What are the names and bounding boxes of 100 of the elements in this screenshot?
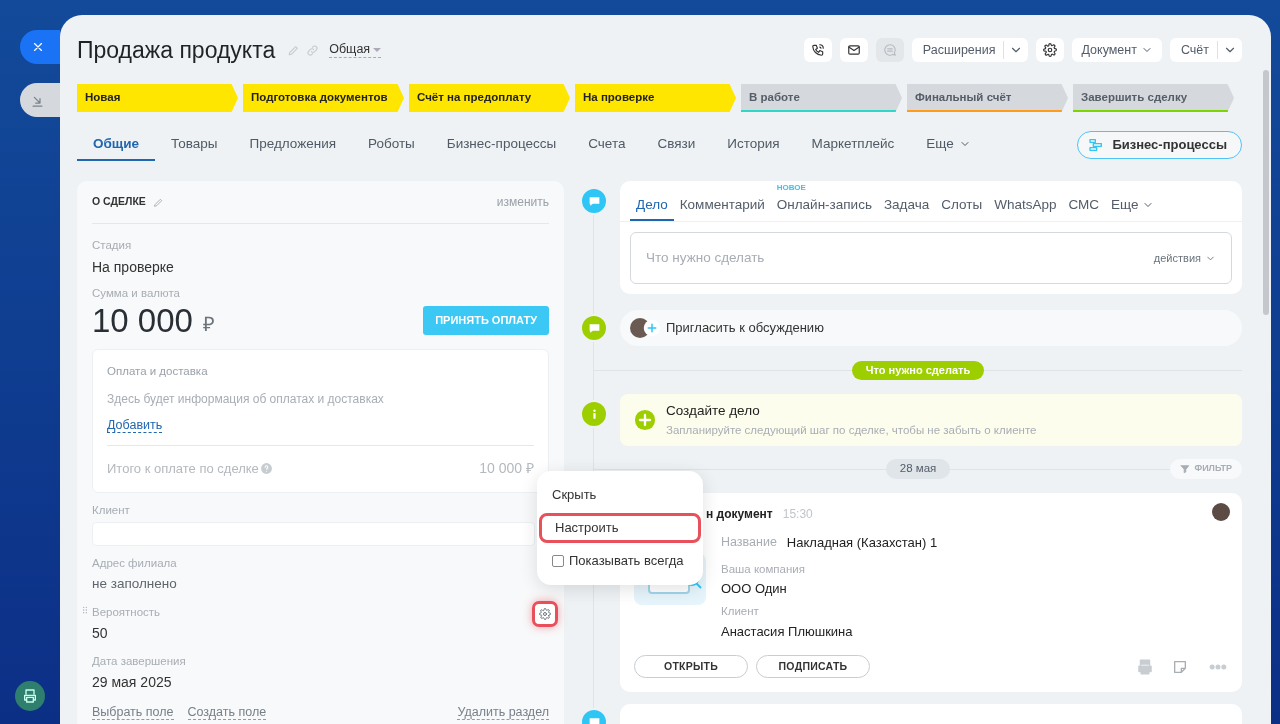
stage-step[interactable]: Финальный счёт [907,84,1068,112]
help-icon[interactable] [259,461,273,475]
tab[interactable]: Связи [641,129,712,161]
scrollbar[interactable] [1263,70,1269,315]
caret-icon [373,47,382,52]
invite-button[interactable]: Пригласить к обсуждению [620,310,1242,346]
field-label: Название [721,534,777,552]
settings-icon [1043,43,1058,57]
tab[interactable]: Роботы [352,129,431,161]
panel-title: Оплата и доставка [107,363,209,379]
composer-tab[interactable]: Слоты [935,191,989,221]
document-dropdown[interactable]: Документ [1072,38,1162,62]
menu-item[interactable]: Скрыть [539,480,701,510]
category-dropdown[interactable]: Общая [329,42,382,58]
minimize-button[interactable] [20,83,60,117]
composer-tab[interactable]: WhatsApp [988,191,1063,221]
printer-button[interactable] [15,681,45,711]
printer-icon [22,688,38,704]
page-title: Продажа продукта [77,35,276,65]
menu-item[interactable]: Показывать всегда [539,546,701,576]
composer-tab[interactable]: Онлайн-запись [770,191,878,221]
business-process-button[interactable]: Бизнес-процессы [1077,131,1242,159]
mail-icon [846,43,861,57]
pencil-icon[interactable] [287,43,301,57]
field-value: 50 [92,623,109,643]
tab[interactable]: Маркетплейс [795,129,911,161]
printer-icon[interactable] [1136,657,1154,676]
footer-link[interactable]: Выбрать поле [92,705,174,720]
composer-tab[interactable]: Еще [1105,191,1161,221]
pencil-icon[interactable] [152,196,164,208]
field-value: не заполнено [92,575,178,594]
composer-tab[interactable]: СМС [1062,191,1105,221]
split-button[interactable]: Расширения [911,38,1029,62]
stage-step[interactable]: Подготовка документов [243,84,404,112]
stage-step[interactable]: Новая [77,84,238,112]
field-label: Клиент [92,502,130,518]
note-icon[interactable] [1172,658,1188,675]
toolbar-icon-button[interactable] [803,38,832,62]
new-label: НОВОЕ [776,182,806,194]
card-title: Создайте дело [666,402,761,421]
footer-link[interactable]: Создать поле [187,705,267,720]
date-label: 28 мая [885,459,951,479]
add-link[interactable]: Добавить [107,417,163,433]
split-button[interactable]: Счёт [1169,38,1242,62]
stage-step[interactable]: В работе [741,84,902,112]
section-title: О СДЕЛКЕ [92,194,146,210]
tab[interactable]: История [711,129,796,161]
composer-tab[interactable]: Дело [630,191,674,221]
field-label: Дата завершения [92,653,186,669]
amount-value: 10 000 [92,303,193,338]
field-value: 29 мая 2025 [92,673,173,692]
menu-item-label: Показывать всегда [569,552,684,571]
avatar [1212,503,1230,521]
phone-icon [810,43,825,57]
section-divider-label: Что нужно сделать [851,361,985,380]
chat-bubble-icon [580,314,608,342]
tab[interactable]: Товары [155,129,234,161]
plus-icon [643,319,661,337]
stage-step[interactable]: Завершить сделку [1073,84,1234,112]
gear-icon [539,607,551,620]
total-value: 10 000 ₽ [479,458,534,478]
field-label: Адрес филиала [92,556,177,571]
settings-button[interactable] [532,600,558,627]
tab[interactable]: Общие [77,129,156,161]
field-label: Клиент [721,604,760,620]
info-text: Здесь будет информация об оплатах и доставках [107,390,385,408]
task-input[interactable]: Что нужно сделать действия [630,232,1232,284]
toolbar-icon-button[interactable] [1036,38,1065,62]
total-label: Итого к оплате по сделке [107,459,259,478]
field-label: Вероятность [92,604,161,620]
tab[interactable]: Предложения [233,129,353,161]
composer-tab[interactable]: Задача [877,191,936,221]
placeholder-text: Что нужно сделать [646,248,766,267]
tab[interactable]: Счета [572,129,642,161]
stage-step[interactable]: На проверке [575,84,736,112]
close-button[interactable] [20,30,60,64]
link-icon[interactable] [306,43,320,57]
stage-step[interactable]: Счёт на предоплату [409,84,570,112]
plus-circle-icon[interactable] [634,409,656,431]
filter-icon [1180,464,1191,474]
client-input[interactable] [92,522,535,546]
chat-icon [882,43,897,57]
field-label: Сумма и валюта [92,286,181,302]
card-subtitle: Запланируйте следующий шаг по сделке, чтобы не забыть о клиенте [666,422,1037,438]
tab[interactable]: Бизнес-процессы [430,129,573,161]
composer-tab[interactable]: Комментарий [673,191,771,221]
field-label: Ваша компания [721,561,806,577]
actions-dropdown[interactable]: действия [1153,249,1216,267]
tab[interactable]: Еще [910,129,987,161]
field-value: На проверке [92,258,175,278]
field-value: Накладная (Казахстан) 1 [786,534,938,552]
menu-item[interactable]: Настроить [539,513,701,543]
field-value: Анастасия Плюшкина [721,622,854,641]
toolbar-icon-button[interactable] [839,38,868,62]
flowchart-icon [1088,137,1105,153]
currency-sign: ₽ [202,311,215,337]
checkbox[interactable] [552,555,564,567]
chat-bubble-icon [580,187,608,215]
delete-section-link[interactable]: Удалить раздел [457,705,549,720]
time-label: 15:30 [782,506,813,523]
